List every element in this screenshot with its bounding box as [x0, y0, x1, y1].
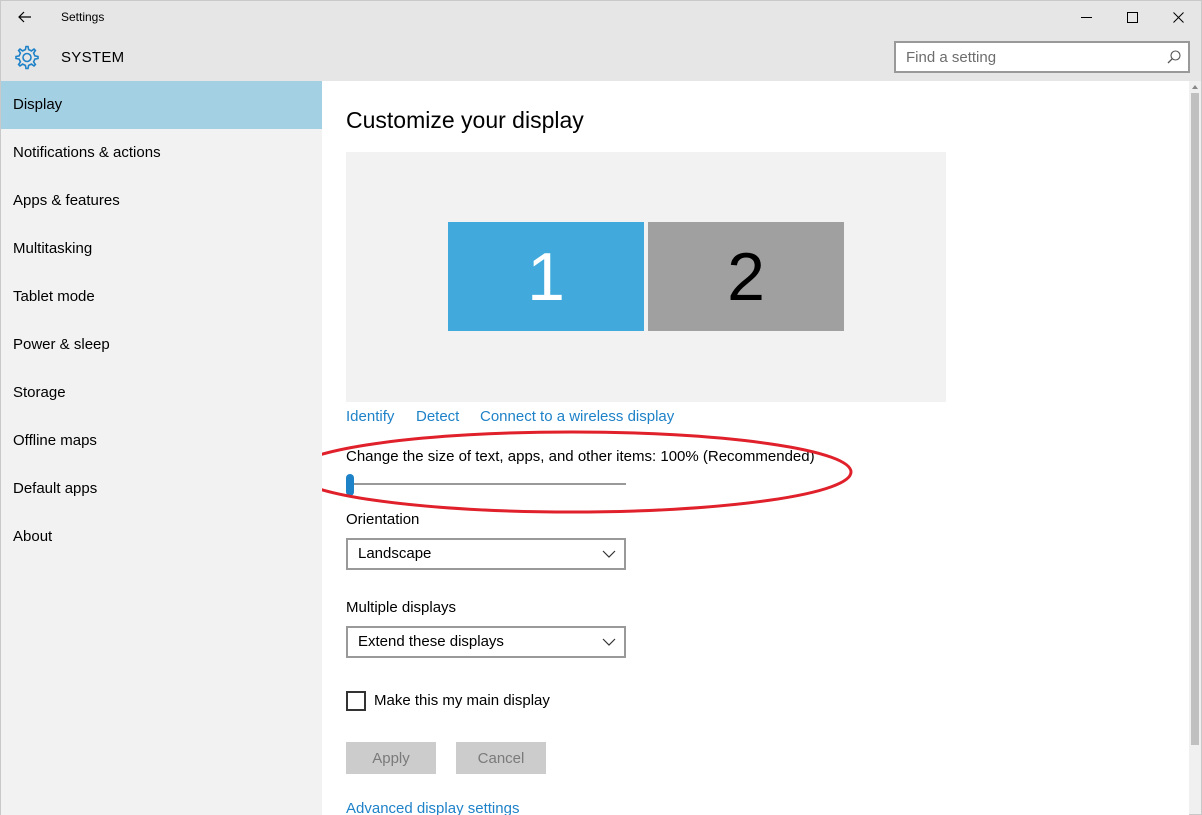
settings-window: Settings SYSTEM Find a setting Display N… — [0, 0, 1202, 815]
sidebar-item-apps-features[interactable]: Apps & features — [1, 177, 322, 225]
sidebar-item-label: Power & sleep — [13, 336, 110, 353]
sidebar-item-label: Display — [13, 96, 63, 113]
monitor-2[interactable]: 2 — [648, 222, 844, 331]
sidebar-item-about[interactable]: About — [1, 513, 322, 561]
apply-button[interactable]: Apply — [346, 742, 436, 774]
search-icon[interactable] — [1166, 49, 1182, 65]
detect-link[interactable]: Detect — [416, 408, 459, 425]
minimize-icon — [1080, 16, 1092, 18]
settings-header: SYSTEM — [1, 33, 1201, 81]
scroll-up-icon[interactable] — [1189, 81, 1201, 93]
sidebar-item-default-apps[interactable]: Default apps — [1, 465, 322, 513]
identify-link[interactable]: Identify — [346, 408, 394, 425]
sidebar-item-multitasking[interactable]: Multitasking — [1, 225, 322, 273]
search-box[interactable] — [894, 41, 1190, 73]
cancel-button[interactable]: Cancel — [456, 742, 546, 774]
scroll-thumb[interactable] — [1191, 93, 1199, 745]
sidebar-item-label: Notifications & actions — [13, 144, 161, 161]
main-content: Customize your display 1 2 Identify Dete… — [322, 81, 1189, 815]
gear-icon — [15, 45, 39, 70]
sidebar-item-storage[interactable]: Storage — [1, 369, 322, 417]
back-button[interactable] — [11, 5, 39, 29]
main-display-checkbox-label: Make this my main display — [374, 692, 550, 709]
sidebar-item-notifications[interactable]: Notifications & actions — [1, 129, 322, 177]
advanced-display-settings-link[interactable]: Advanced display settings — [346, 800, 519, 815]
sidebar: Display Notifications & actions Apps & f… — [1, 81, 322, 815]
section-title: SYSTEM — [61, 49, 125, 66]
search-input[interactable] — [896, 43, 1156, 71]
vertical-scrollbar[interactable] — [1189, 81, 1201, 814]
annotation-ellipse — [322, 430, 853, 514]
sidebar-item-label: About — [13, 528, 53, 545]
monitor-number: 1 — [527, 238, 565, 315]
monitor-1[interactable]: 1 — [448, 222, 644, 331]
main-display-checkbox[interactable] — [346, 691, 366, 711]
close-icon — [1172, 11, 1184, 23]
sidebar-item-offline-maps[interactable]: Offline maps — [1, 417, 322, 465]
chevron-down-icon — [602, 550, 616, 558]
wireless-display-link[interactable]: Connect to a wireless display — [480, 408, 674, 425]
sidebar-item-label: Offline maps — [13, 432, 97, 449]
sidebar-item-label: Tablet mode — [13, 288, 95, 305]
sidebar-item-label: Default apps — [13, 480, 98, 497]
close-button[interactable] — [1155, 1, 1201, 33]
maximize-button[interactable] — [1109, 1, 1155, 33]
title-bar: Settings — [1, 1, 1201, 33]
orientation-value: Landscape — [358, 545, 432, 562]
sidebar-item-label: Storage — [13, 384, 66, 401]
multiple-displays-select[interactable]: Extend these displays — [346, 626, 626, 658]
back-arrow-icon — [18, 11, 31, 23]
page-title: Customize your display — [346, 107, 584, 133]
sidebar-item-display[interactable]: Display — [1, 81, 322, 129]
orientation-select[interactable]: Landscape — [346, 538, 626, 570]
multiple-displays-value: Extend these displays — [358, 633, 504, 650]
window-title: Settings — [61, 10, 105, 24]
sidebar-item-tablet-mode[interactable]: Tablet mode — [1, 273, 322, 321]
display-arrangement: 1 2 — [346, 152, 946, 402]
sidebar-item-power-sleep[interactable]: Power & sleep — [1, 321, 322, 369]
monitor-number: 2 — [727, 238, 765, 315]
maximize-icon — [1126, 11, 1138, 23]
multiple-displays-label: Multiple displays — [346, 599, 457, 616]
sidebar-item-label: Apps & features — [13, 192, 120, 209]
minimize-button[interactable] — [1063, 1, 1109, 33]
chevron-down-icon — [602, 638, 616, 646]
sidebar-item-label: Multitasking — [13, 240, 93, 257]
orientation-label: Orientation — [346, 511, 420, 528]
